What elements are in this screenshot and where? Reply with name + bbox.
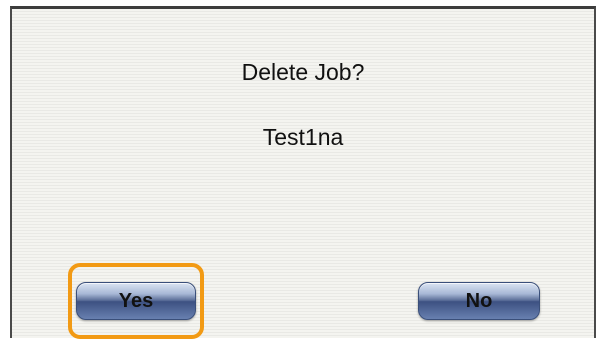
- job-name: Test1na: [262, 124, 344, 150]
- dialog-title: Delete Job?: [241, 59, 365, 85]
- yes-button[interactable]: Yes: [76, 282, 196, 320]
- delete-job-dialog: Delete Job? Test1na Yes No: [10, 6, 596, 339]
- yes-button-label: Yes: [118, 289, 154, 312]
- no-button-label: No: [465, 289, 493, 312]
- screen: Delete Job? Test1na Yes No: [0, 0, 606, 339]
- no-button[interactable]: No: [418, 282, 540, 320]
